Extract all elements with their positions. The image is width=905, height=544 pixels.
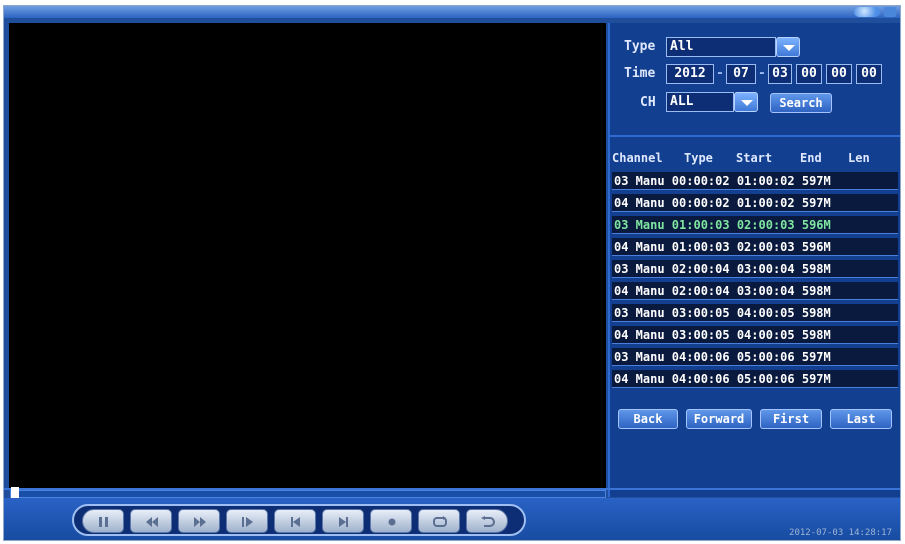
playback-progress-bar[interactable]	[10, 487, 606, 501]
repeat-icon	[433, 516, 447, 527]
channel-label: CH	[640, 95, 656, 110]
time-month-field[interactable]: 07	[726, 64, 756, 84]
column-type: Type	[684, 151, 713, 165]
record-row[interactable]: 04 Manu 02:00:04 03:00:04 598M	[612, 282, 898, 300]
close-icon[interactable]	[854, 7, 880, 17]
list-navigation: Back Forward First Last	[618, 409, 898, 429]
previous-button[interactable]	[274, 509, 316, 533]
rewind-icon	[146, 517, 158, 527]
record-row[interactable]: 04 Manu 00:00:02 01:00:02 597M	[612, 194, 898, 212]
record-row[interactable]: 03 Manu 02:00:04 03:00:04 598M	[612, 260, 898, 278]
next-icon	[339, 517, 348, 527]
video-preview	[9, 23, 606, 489]
time-minute-field[interactable]: 00	[826, 64, 852, 84]
status-timestamp: 2012-07-03 14:28:17	[789, 528, 892, 538]
back-button[interactable]: Back	[618, 409, 678, 429]
column-start: Start	[736, 151, 773, 165]
rewind-button[interactable]	[130, 509, 172, 533]
time-separator: -	[716, 66, 724, 81]
time-hour-field[interactable]: 00	[796, 64, 822, 84]
search-button[interactable]: Search	[770, 93, 832, 113]
channel-dropdown-icon[interactable]	[734, 92, 758, 112]
time-label: Time	[624, 66, 656, 81]
fast-forward-icon	[194, 517, 206, 527]
playback-controls	[72, 504, 526, 536]
slow-play-icon	[242, 517, 253, 527]
record-row-selected[interactable]: 03 Manu 01:00:03 02:00:03 596M	[612, 216, 898, 234]
record-list: 03 Manu 00:00:02 01:00:02 597M 04 Manu 0…	[612, 172, 898, 392]
title-bar	[4, 6, 900, 18]
time-year-field[interactable]: 2012	[666, 64, 714, 84]
record-row[interactable]: 04 Manu 01:00:03 02:00:03 596M	[612, 238, 898, 256]
type-dropdown-icon[interactable]	[776, 37, 800, 57]
time-separator: -	[758, 66, 766, 81]
channel-select[interactable]: ALL	[666, 92, 734, 112]
time-day-field[interactable]: 03	[768, 64, 792, 84]
record-icon	[388, 518, 396, 526]
record-row[interactable]: 04 Manu 03:00:05 04:00:05 598M	[612, 326, 898, 344]
fast-forward-button[interactable]	[178, 509, 220, 533]
column-channel: Channel	[612, 151, 663, 165]
column-len: Len	[848, 151, 870, 165]
previous-icon	[291, 517, 300, 527]
playback-toolbar: 2012-07-03 14:28:17	[4, 498, 900, 540]
search-panel: Type All Time 2012 - 07 - 03 00 00 00 CH…	[608, 23, 900, 497]
first-button[interactable]: First	[760, 409, 822, 429]
next-button[interactable]	[322, 509, 364, 533]
return-button[interactable]	[466, 509, 508, 533]
forward-button[interactable]: Forward	[686, 409, 752, 429]
record-row[interactable]: 03 Manu 04:00:06 05:00:06 597M	[612, 348, 898, 366]
dvr-playback-window: Type All Time 2012 - 07 - 03 00 00 00 CH…	[3, 5, 901, 541]
record-row[interactable]: 03 Manu 03:00:05 04:00:05 598M	[612, 304, 898, 322]
record-row[interactable]: 04 Manu 04:00:06 05:00:06 597M	[612, 370, 898, 388]
type-label: Type	[624, 39, 656, 54]
column-end: End	[800, 151, 822, 165]
pause-button[interactable]	[82, 509, 124, 533]
last-button[interactable]: Last	[830, 409, 892, 429]
type-select[interactable]: All	[666, 37, 776, 57]
return-icon	[481, 516, 495, 527]
repeat-button[interactable]	[418, 509, 460, 533]
record-row[interactable]: 03 Manu 00:00:02 01:00:02 597M	[612, 172, 898, 190]
divider	[610, 135, 900, 137]
pause-icon	[99, 517, 108, 527]
record-list-header: Channel Type Start End Len	[612, 151, 900, 167]
record-button[interactable]	[370, 509, 412, 533]
slow-play-button[interactable]	[226, 509, 268, 533]
time-second-field[interactable]: 00	[856, 64, 882, 84]
minimize-icon[interactable]	[884, 7, 896, 17]
